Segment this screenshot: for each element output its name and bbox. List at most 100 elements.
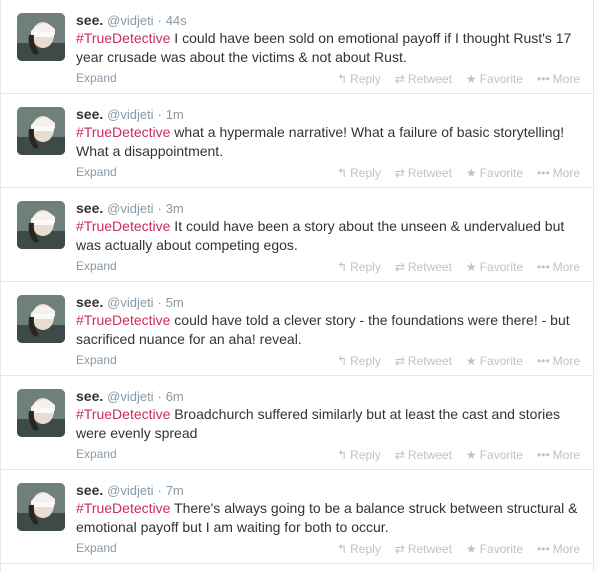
tweet[interactable]: see. @vidjeti · 6m #TrueDetective Broadch… [1,376,593,470]
more-dots-icon: ••• [537,354,550,368]
hashtag-link[interactable]: #TrueDetective [76,30,170,46]
more-button[interactable]: ••• More [537,448,580,462]
reply-label: Reply [350,260,381,274]
retweet-button[interactable]: ⇄ Retweet [395,72,452,86]
expand-link[interactable]: Expand [76,541,117,555]
avatar[interactable] [17,483,65,531]
tweet-actions: ↰ Reply ⇄ Retweet ★ Favorite ••• More [323,448,580,462]
full-name[interactable]: see. [76,388,103,404]
retweet-button[interactable]: ⇄ Retweet [395,166,452,180]
retweet-button[interactable]: ⇄ Retweet [395,448,452,462]
tweet-header: see. @vidjeti · 1m [76,105,184,124]
separator: · [157,483,162,498]
timestamp[interactable]: 5m [166,295,184,310]
full-name[interactable]: see. [76,294,103,310]
full-name[interactable]: see. [76,200,103,216]
more-label: More [552,166,580,180]
username[interactable]: @vidjeti [107,389,153,404]
username[interactable]: @vidjeti [107,13,153,28]
favorite-label: Favorite [479,542,524,556]
favorite-label: Favorite [479,260,524,274]
tweet[interactable]: see. @vidjeti · 5m #TrueDetective could h… [1,282,593,376]
more-dots-icon: ••• [537,542,550,556]
tweet-text: #TrueDetective I could have been sold on… [76,29,588,67]
favorite-button[interactable]: ★ Favorite [466,354,523,368]
separator: · [157,389,162,404]
favorite-button[interactable]: ★ Favorite [466,448,523,462]
expand-link[interactable]: Expand [76,165,117,179]
full-name[interactable]: see. [76,106,103,122]
reply-button[interactable]: ↰ Reply [337,260,381,274]
retweet-icon: ⇄ [394,448,405,462]
full-name[interactable]: see. [76,12,103,28]
retweet-button[interactable]: ⇄ Retweet [395,260,452,274]
reply-button[interactable]: ↰ Reply [337,448,381,462]
timestamp[interactable]: 1m [166,107,184,122]
favorite-button[interactable]: ★ Favorite [466,166,523,180]
tweet-text: #TrueDetective There's always going to b… [76,499,588,537]
star-icon: ★ [465,166,477,180]
tweet-header: see. @vidjeti · 5m [76,293,184,312]
timestamp[interactable]: 3m [166,201,184,216]
tweet-text: #TrueDetective Broadchurch suffered simi… [76,405,588,443]
hashtag-link[interactable]: #TrueDetective [76,124,170,140]
reply-icon: ↰ [337,260,348,274]
full-name[interactable]: see. [76,482,103,498]
tweet[interactable]: see. @vidjeti · 7m #TrueDetective There's… [1,470,593,564]
hashtag-link[interactable]: #TrueDetective [76,406,170,422]
retweet-button[interactable]: ⇄ Retweet [395,354,452,368]
reply-icon: ↰ [337,166,348,180]
retweet-button[interactable]: ⇄ Retweet [395,542,452,556]
timestamp[interactable]: 7m [166,483,184,498]
username[interactable]: @vidjeti [107,107,153,122]
favorite-button[interactable]: ★ Favorite [466,72,523,86]
expand-link[interactable]: Expand [76,353,117,367]
tweet-actions: ↰ Reply ⇄ Retweet ★ Favorite ••• More [323,354,580,368]
tweet[interactable]: see. @vidjeti · 1m #TrueDetective what a … [1,94,593,188]
more-label: More [552,448,580,462]
tweet-text: #TrueDetective It could have been a stor… [76,217,588,255]
retweet-label: Retweet [407,260,452,274]
reply-button[interactable]: ↰ Reply [337,72,381,86]
hashtag-link[interactable]: #TrueDetective [76,312,170,328]
separator: · [157,201,162,216]
expand-link[interactable]: Expand [76,447,117,461]
tweet-actions: ↰ Reply ⇄ Retweet ★ Favorite ••• More [323,260,580,274]
retweet-icon: ⇄ [394,354,405,368]
username[interactable]: @vidjeti [107,295,153,310]
reply-icon: ↰ [337,448,348,462]
avatar[interactable] [17,295,65,343]
tweet[interactable]: see. @vidjeti · 3m #TrueDetective It coul… [1,188,593,282]
more-label: More [552,542,580,556]
avatar[interactable] [17,201,65,249]
more-dots-icon: ••• [537,72,550,86]
more-button[interactable]: ••• More [537,72,580,86]
reply-button[interactable]: ↰ Reply [337,166,381,180]
avatar[interactable] [17,389,65,437]
more-button[interactable]: ••• More [537,260,580,274]
more-dots-icon: ••• [537,260,550,274]
more-button[interactable]: ••• More [537,166,580,180]
more-button[interactable]: ••• More [537,542,580,556]
more-button[interactable]: ••• More [537,354,580,368]
hashtag-link[interactable]: #TrueDetective [76,500,170,516]
favorite-button[interactable]: ★ Favorite [466,260,523,274]
more-dots-icon: ••• [537,448,550,462]
retweet-label: Retweet [407,72,452,86]
timestamp[interactable]: 44s [166,13,187,28]
reply-button[interactable]: ↰ Reply [337,354,381,368]
expand-link[interactable]: Expand [76,71,117,85]
avatar[interactable] [17,13,65,61]
retweet-icon: ⇄ [394,166,405,180]
avatar[interactable] [17,107,65,155]
timestamp[interactable]: 6m [166,389,184,404]
username[interactable]: @vidjeti [107,483,153,498]
retweet-icon: ⇄ [394,542,405,556]
hashtag-link[interactable]: #TrueDetective [76,218,170,234]
favorite-button[interactable]: ★ Favorite [466,542,523,556]
expand-link[interactable]: Expand [76,259,117,273]
reply-button[interactable]: ↰ Reply [337,542,381,556]
reply-icon: ↰ [337,72,348,86]
tweet[interactable]: see. @vidjeti · 44s #TrueDetective I coul… [1,0,593,94]
username[interactable]: @vidjeti [107,201,153,216]
